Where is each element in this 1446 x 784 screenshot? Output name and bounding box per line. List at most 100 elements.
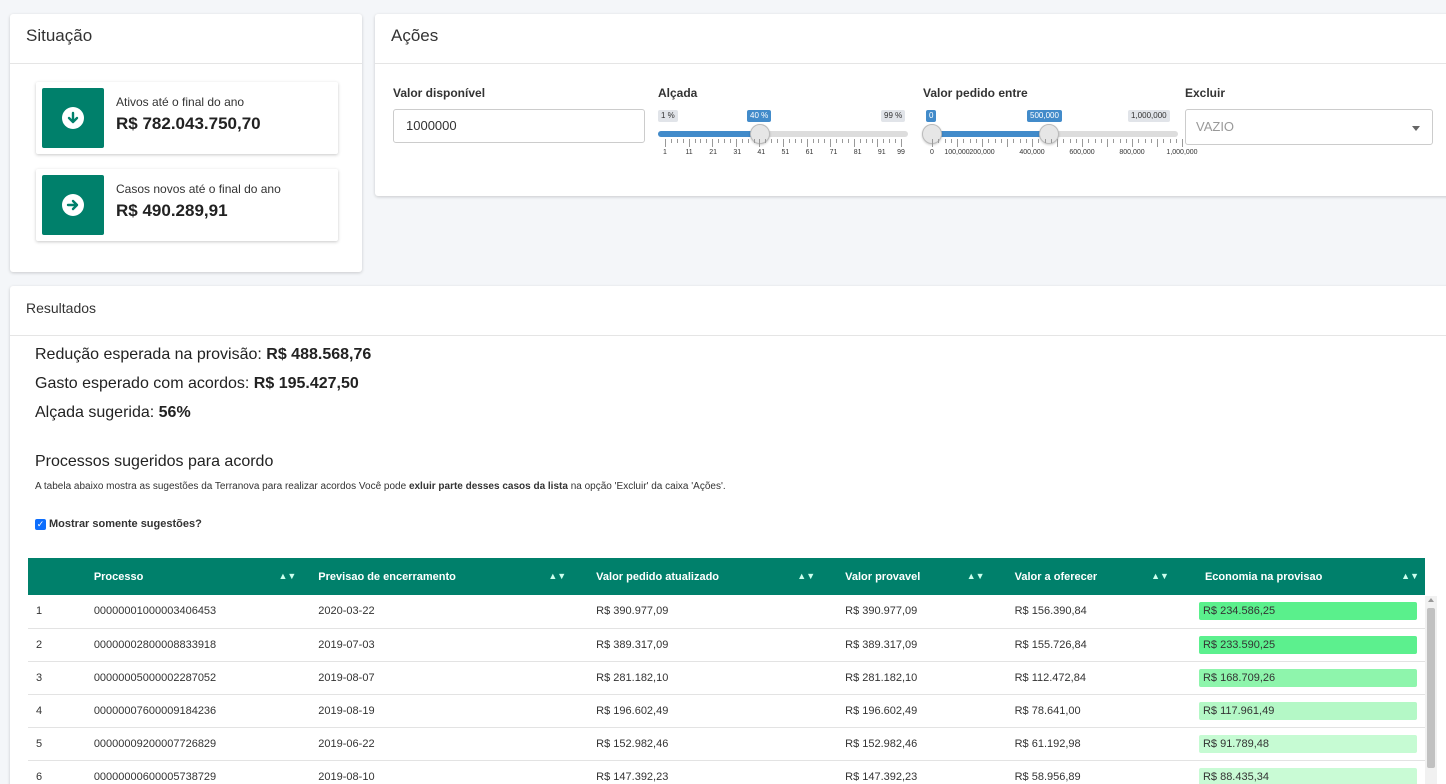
table-row[interactable]: 1 00000001000003406453 2020-03-22 R$ 390.97… [28,595,1425,629]
slider-tick [676,139,678,143]
slider-tick [747,139,749,143]
slider-tick-label: 81 [853,149,862,156]
slider-tick-label: 71 [829,149,838,156]
excluir-value: VAZIO [1196,119,1235,134]
slider-tick [847,139,849,143]
slider-tick [859,139,861,143]
cell-economia: R$ 91.789,48 [1174,727,1425,761]
cell-provavel: R$ 147.392,23 [821,760,991,784]
slider-tick [1100,139,1102,143]
sort-icon[interactable]: ▲▼ [1401,571,1419,581]
slider-tick [1069,139,1071,143]
info-box-label: Casos novos até o final do ano [116,182,281,196]
slider-tick [963,139,965,143]
info-box-value: R$ 490.289,91 [116,201,228,220]
economia-bar: R$ 117.961,49 [1198,701,1417,720]
sort-icon[interactable]: ▲▼ [967,571,985,581]
slider-tick-label: 1,000,000 [1166,149,1198,156]
slider-tick [1175,139,1177,143]
slider-tick [1013,139,1015,143]
economia-bar: R$ 234.586,25 [1198,602,1417,621]
scrollbar-thumb[interactable] [1427,608,1435,768]
sort-icon[interactable]: ▲▼ [1151,571,1169,581]
slider-tick [1032,139,1033,147]
slider-tick [682,139,684,143]
reducao-value: R$ 488.568,76 [266,346,372,363]
col-header-processo[interactable]: Processo ▲▼ [78,558,302,595]
slider-tick [806,139,808,147]
scroll-up-icon[interactable] [1428,598,1434,602]
sort-icon[interactable]: ▲▼ [548,571,566,581]
sort-icon[interactable]: ▲▼ [797,571,815,581]
description-bold: exluir parte desses casos da lista [408,481,568,492]
cell-pedido: R$ 147.392,23 [572,760,822,784]
slider-tick-label: 800,000 [1119,149,1145,156]
slider-tick-label: 11 [685,149,693,156]
slider-tick-label: 200,000 [969,149,995,156]
slider-tick [765,139,767,143]
valor-pedido-label: Valor pedido entre [923,86,1028,100]
table-row[interactable]: 3 00000005000002287052 2019-08-07 R$ 281.18… [28,661,1425,695]
cell-provavel: R$ 389.317,09 [821,628,991,662]
cell-previsao: 2020-03-22 [302,595,573,629]
table-row[interactable]: 6 00000000600005738729 2019-08-10 R$ 147.39… [28,760,1425,784]
chevron-down-icon[interactable] [1412,126,1420,131]
slider-tick [759,139,761,147]
col-header-economia[interactable]: Economia na provisao ▲▼ [1175,558,1425,595]
excluir-select[interactable]: VAZIO [1185,109,1433,145]
table-row[interactable]: 4 00000007600009184236 2019-08-19 R$ 196.60… [28,694,1425,728]
description-text: A tabela abaixo mostra as sugestões da T… [35,481,409,492]
cell-oferecer: R$ 112.472,84 [990,661,1175,695]
col-header-index[interactable] [28,558,78,595]
slider-tick [901,139,902,147]
row-index: 1 [28,595,78,629]
slider-tick [1182,139,1183,147]
processos-subtitle: Processos sugeridos para acordo [35,453,274,470]
slider-tick-label: 400,000 [1019,149,1045,156]
sort-icon[interactable]: ▲▼ [278,571,296,581]
gasto-label: Gasto esperado com acordos: [35,375,250,392]
excluir-label: Excluir [1185,86,1226,100]
cell-processo: 00000007600009184236 [77,694,303,728]
slider-tick [700,139,702,143]
col-header-previsao[interactable]: Previsao de encerramento ▲▼ [302,558,572,595]
cell-oferecer: R$ 156.390,84 [990,595,1175,629]
slider-tick [1163,139,1165,143]
info-box-casos-novos: Casos novos até o final do ano R$ 490.28… [36,169,338,241]
table-row[interactable]: 2 00000002800008833918 2019-07-03 R$ 389.31… [28,628,1425,662]
cell-pedido: R$ 390.977,09 [572,595,822,629]
description: A tabela abaixo mostra as sugestões da T… [35,481,726,492]
cell-processo: 00000001000003406453 [77,595,303,629]
resultados-card: Resultados Redução esperada na provisão:… [10,286,1446,784]
valor-disponivel-input[interactable]: 1000000 [393,109,645,143]
cell-economia: R$ 117.961,49 [1174,694,1425,728]
col-header-oferecer[interactable]: Valor a oferecer ▲▼ [991,558,1175,595]
resultados-title: Resultados [10,286,1446,336]
reducao-label: Redução esperada na provisão: [35,346,262,363]
col-header-provavel[interactable]: Valor provavel ▲▼ [821,558,990,595]
slider-tick [800,139,802,143]
slider-tick [688,139,690,147]
col-header-pedido[interactable]: Valor pedido atualizado ▲▼ [572,558,821,595]
table-row[interactable]: 5 00000009200007726829 2019-06-22 R$ 152.98… [28,727,1425,761]
cell-previsao: 2019-08-07 [302,661,573,695]
acoes-title: Ações [375,14,1446,64]
slider-tick-label: 31 [733,149,742,156]
table-body: 1 00000001000003406453 2020-03-22 R$ 390.97… [28,595,1425,784]
slider-tick [670,139,672,143]
slider-tick-label: 100,000 [944,149,970,156]
sugestoes-table: Processo ▲▼ Previsao de encerramento ▲▼ Va… [28,558,1425,784]
table-scrollbar[interactable] [1425,596,1437,784]
mostrar-sugestoes-checkbox[interactable]: ✓ Mostrar somente sugestões? [35,518,202,530]
info-box-ativos: Ativos até o final do ano R$ 782.043.750… [36,82,338,154]
cell-oferecer: R$ 155.726,84 [990,628,1175,662]
slider-tick [794,139,796,143]
slider-tick [694,139,696,143]
slider-tick [895,139,897,143]
checkbox-checked-icon[interactable]: ✓ [35,518,46,530]
slider-tick [994,139,996,143]
slider-tick-label: 0 [930,149,934,156]
alcada-label: Alçada [658,86,698,100]
arrow-down-circle-icon [42,88,104,148]
slider-tick-label: 99 [897,149,905,156]
